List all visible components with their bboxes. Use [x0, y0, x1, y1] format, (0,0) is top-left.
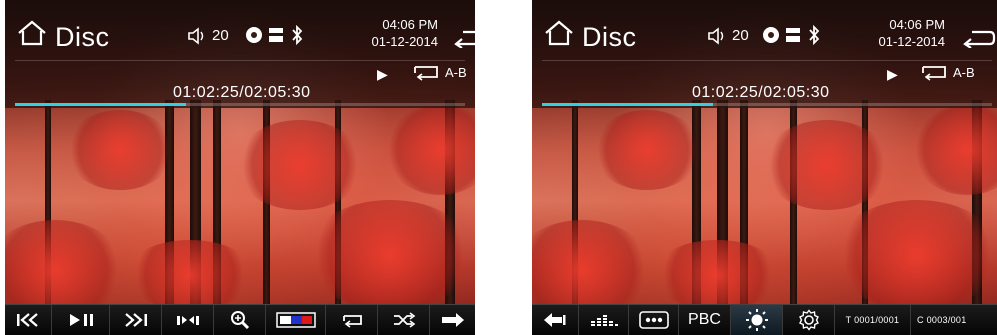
brightness-icon	[745, 309, 768, 331]
time-text: 04:06 PM	[889, 17, 945, 32]
play-pause-icon	[69, 314, 93, 326]
toolbar	[5, 304, 475, 335]
title-counter: T 0001/0001	[835, 305, 911, 335]
repeat-button[interactable]	[326, 305, 378, 335]
audio-icon	[176, 316, 199, 325]
more-options-button[interactable]	[629, 305, 679, 335]
equalizer-icon	[590, 315, 618, 326]
more-options-icon	[638, 311, 669, 329]
date-text: 01-12-2014	[878, 34, 946, 49]
foliage	[592, 110, 702, 190]
next-page-icon	[441, 313, 464, 327]
clock: 04:06 PM 01-12-2014	[370, 16, 439, 50]
repeat-icon	[342, 315, 362, 328]
status-icons	[246, 25, 303, 45]
back-icon[interactable]	[960, 26, 996, 48]
settings-button[interactable]	[783, 305, 835, 335]
play-status-icon: ▶	[887, 66, 898, 82]
previous-button[interactable]	[5, 305, 52, 335]
status-icons	[763, 25, 820, 45]
volume-icon	[188, 27, 204, 45]
foliage	[762, 120, 892, 210]
page-title: Disc	[582, 22, 637, 52]
volume-value: 20	[212, 27, 229, 44]
playback-time: 01:02:25/02:05:30	[173, 84, 311, 101]
color-settings-button[interactable]	[266, 305, 326, 335]
brightness-button[interactable]	[731, 305, 783, 335]
foliage	[125, 240, 255, 310]
foliage	[235, 120, 365, 210]
shuffle-icon	[393, 312, 415, 328]
header-divider	[15, 60, 465, 61]
back-icon[interactable]	[451, 26, 475, 48]
toolbar: PBC T 0001/0001 C 0003/001	[532, 304, 997, 335]
foliage	[305, 200, 475, 310]
screen-left: Disc 20 04:06 PM 01-12-2014 ▶ A-B 01:02:…	[5, 0, 475, 335]
playback-time: 01:02:25/02:05:30	[692, 84, 830, 101]
next-button[interactable]	[110, 305, 162, 335]
audio-button[interactable]	[162, 305, 214, 335]
gear-icon	[798, 309, 819, 331]
ab-label: A-B	[445, 65, 467, 80]
pbc-label: PBC	[688, 311, 721, 328]
header-divider	[542, 60, 992, 61]
next-page-button[interactable]	[430, 305, 475, 335]
zoom-button[interactable]	[214, 305, 266, 335]
progress-bar[interactable]	[15, 103, 465, 106]
volume-icon	[708, 27, 724, 45]
progress-fill	[542, 103, 713, 106]
shuffle-button[interactable]	[378, 305, 430, 335]
previous-page-button[interactable]	[532, 305, 579, 335]
progress-fill	[15, 103, 186, 106]
play-pause-button[interactable]	[52, 305, 110, 335]
previous-page-icon	[544, 313, 566, 327]
repeat-ab-icon[interactable]	[409, 63, 443, 81]
foliage	[652, 240, 782, 310]
home-icon[interactable]	[17, 20, 47, 46]
chapter-counter: C 0003/001	[911, 305, 997, 335]
page-title: Disc	[55, 22, 110, 52]
title-counter-label: T 0001/0001	[845, 315, 900, 325]
date-text: 01-12-2014	[371, 34, 439, 49]
foliage	[832, 200, 997, 310]
ab-label: A-B	[953, 65, 975, 80]
time-text: 04:06 PM	[382, 17, 438, 32]
zoom-icon	[230, 311, 249, 329]
pbc-button[interactable]: PBC	[679, 305, 731, 335]
foliage	[65, 110, 175, 190]
equalizer-button[interactable]	[579, 305, 629, 335]
chapter-counter-label: C 0003/001	[917, 315, 967, 325]
volume-value: 20	[732, 27, 749, 44]
play-status-icon: ▶	[377, 66, 388, 82]
repeat-ab-icon[interactable]	[917, 63, 951, 81]
progress-bar[interactable]	[542, 103, 992, 106]
clock: 04:06 PM 01-12-2014	[877, 16, 946, 50]
home-icon[interactable]	[544, 20, 574, 46]
color-settings-icon	[275, 312, 316, 328]
screen-right: Disc 20 04:06 PM 01-12-2014 ▶ A-B 01:02:…	[532, 0, 997, 335]
previous-icon	[17, 313, 38, 327]
next-icon	[124, 313, 147, 327]
